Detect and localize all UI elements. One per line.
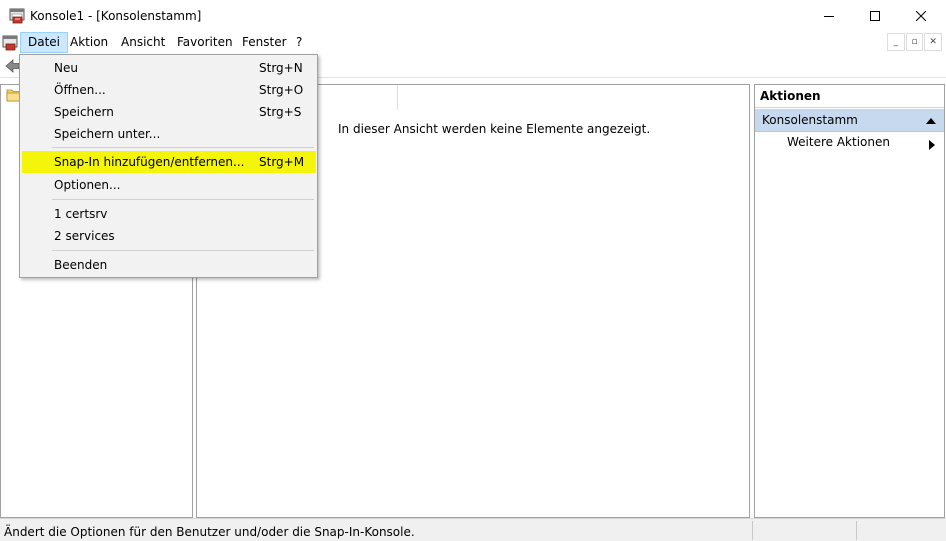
window-title: Konsole1 - [Konsolenstamm] bbox=[30, 9, 202, 23]
minimize-icon bbox=[824, 16, 834, 17]
menu-separator bbox=[52, 199, 314, 200]
mdi-minimize-button[interactable]: _ bbox=[887, 33, 905, 51]
shortcut-label: Strg+M bbox=[259, 155, 305, 169]
empty-view-message: In dieser Ansicht werden keine Elemente … bbox=[338, 122, 651, 136]
menu-favoriten[interactable]: Favoriten bbox=[170, 32, 240, 53]
submenu-arrow-icon bbox=[929, 139, 935, 153]
close-icon bbox=[916, 11, 926, 21]
actions-header: Aktionen bbox=[755, 85, 944, 108]
close-button[interactable] bbox=[898, 0, 944, 32]
status-bar: Ändert die Optionen für den Benutzer und… bbox=[0, 518, 946, 541]
menu-item-beenden[interactable]: Beenden bbox=[22, 254, 316, 276]
restore-icon: ▫ bbox=[911, 37, 918, 47]
status-text: Ändert die Optionen für den Benutzer und… bbox=[4, 525, 415, 539]
menu-item-oeffnen[interactable]: Öffnen... Strg+O bbox=[22, 79, 316, 101]
menu-ansicht[interactable]: Ansicht bbox=[114, 32, 172, 53]
menu-item-snap-in-hinzufuegen[interactable]: Snap-In hinzufügen/entfernen... Strg+M bbox=[22, 151, 316, 173]
mdi-window-controls: _ ▫ ✕ bbox=[887, 33, 943, 53]
menu-bar: Datei Aktion Ansicht Favoriten Fenster ? bbox=[0, 32, 946, 54]
menu-separator bbox=[52, 250, 314, 251]
menu-item-optionen[interactable]: Optionen... bbox=[22, 174, 316, 196]
menu-item-speichern[interactable]: Speichern Strg+S bbox=[22, 101, 316, 123]
maximize-icon bbox=[870, 11, 880, 21]
file-menu-dropdown: Neu Strg+N Öffnen... Strg+O Speichern St… bbox=[19, 54, 318, 278]
status-separator bbox=[856, 521, 857, 540]
mdi-restore-button[interactable]: ▫ bbox=[905, 33, 924, 51]
action-weitere-aktionen[interactable]: Weitere Aktionen bbox=[787, 135, 890, 149]
actions-pane: Aktionen Konsolenstamm Weitere Aktionen bbox=[754, 84, 945, 518]
back-arrow-icon[interactable] bbox=[4, 58, 20, 77]
status-separator bbox=[752, 521, 753, 540]
menu-help[interactable]: ? bbox=[289, 32, 309, 53]
system-menu-icon[interactable] bbox=[2, 35, 18, 51]
minimize-button[interactable] bbox=[806, 0, 852, 32]
shortcut-label: Strg+O bbox=[259, 83, 304, 97]
menu-datei[interactable]: Datei bbox=[20, 32, 69, 53]
menu-separator bbox=[52, 147, 314, 148]
close-icon: ✕ bbox=[929, 37, 937, 47]
actions-section-konsolenstamm[interactable]: Konsolenstamm bbox=[755, 109, 944, 132]
menu-fenster[interactable]: Fenster bbox=[235, 32, 294, 53]
menu-item-speichern-unter[interactable]: Speichern unter... bbox=[22, 123, 316, 145]
column-header-divider[interactable] bbox=[397, 86, 398, 110]
collapse-arrow-icon[interactable] bbox=[926, 109, 936, 140]
mdi-close-button[interactable]: ✕ bbox=[924, 33, 943, 51]
menu-item-neu[interactable]: Neu Strg+N bbox=[22, 57, 316, 79]
menu-aktion[interactable]: Aktion bbox=[63, 32, 115, 53]
menu-item-recent-services[interactable]: 2 services bbox=[22, 225, 316, 247]
minimize-icon: _ bbox=[893, 37, 899, 47]
mmc-console-icon[interactable] bbox=[9, 8, 25, 24]
shortcut-label: Strg+S bbox=[259, 105, 302, 119]
shortcut-label: Strg+N bbox=[259, 61, 303, 75]
title-bar: Konsole1 - [Konsolenstamm] bbox=[0, 0, 946, 32]
actions-section-label: Konsolenstamm bbox=[762, 113, 858, 127]
menu-item-recent-certsrv[interactable]: 1 certsrv bbox=[22, 203, 316, 225]
maximize-button[interactable] bbox=[852, 0, 898, 32]
